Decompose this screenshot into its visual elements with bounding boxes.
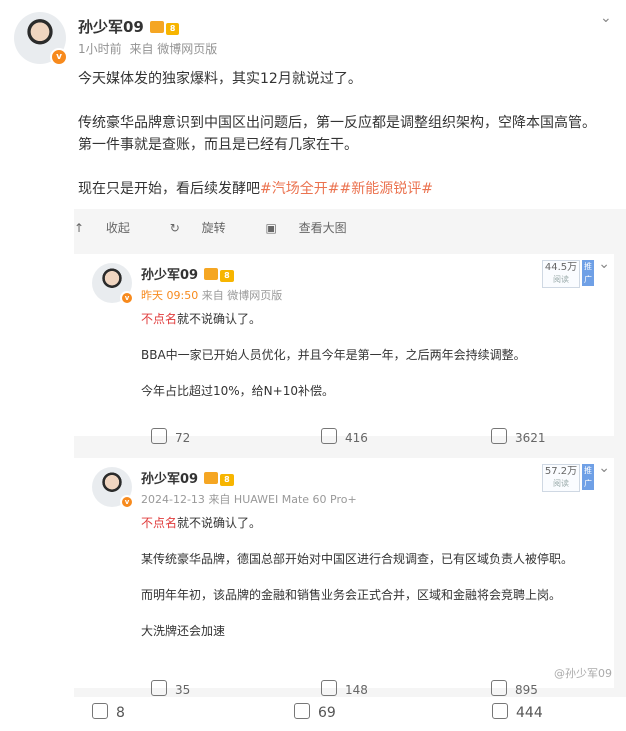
card-source: 来自 微博网页版 bbox=[201, 289, 283, 302]
view-large-button[interactable]: ▣ 查看大图 bbox=[265, 221, 364, 235]
card-meta: 昨天 09:50 来自 微博网页版 bbox=[141, 287, 282, 303]
repost-area: v 孙少军09 8 昨天 09:50 来自 微博网页版 44.5万 阅读 推广 ⌄ … bbox=[74, 209, 626, 697]
card-avatar[interactable]: v bbox=[92, 467, 134, 509]
card-meta: 2024-12-13 来自 HUAWEI Mate 60 Pro+ bbox=[141, 491, 357, 507]
more-chevron-icon[interactable]: ⌄ bbox=[600, 10, 612, 26]
verified-badge: v bbox=[120, 291, 134, 305]
like-icon bbox=[491, 428, 507, 444]
repost-toolbar: ↑ 收起 ↻ 旋转 ▣ 查看大图 bbox=[74, 219, 383, 236]
comment-icon bbox=[321, 680, 337, 696]
highlight-text: 不点名 bbox=[141, 312, 178, 326]
level-badge: 8 bbox=[220, 474, 234, 486]
post-text: 今天媒体发的独家爆料，其实12月就说过了。 传统豪华品牌意识到中国区出问题后，第… bbox=[78, 68, 608, 200]
verified-badge: v bbox=[120, 495, 134, 509]
comment-icon bbox=[294, 703, 310, 719]
level-badge: 8 bbox=[165, 23, 180, 35]
card-source: 来自 HUAWEI Mate 60 Pro+ bbox=[208, 493, 357, 506]
post-paragraph: 现在只是开始，看后续发酵吧#汽场全开##新能源锐评# bbox=[78, 181, 433, 197]
collapse-icon: ↑ bbox=[74, 221, 88, 235]
post-paragraph: 今天媒体发的独家爆料，其实12月就说过了。 bbox=[78, 71, 362, 87]
crown-icon bbox=[204, 472, 219, 484]
more-chevron-icon[interactable]: ⌄ bbox=[598, 460, 610, 476]
promo-tag[interactable]: 推广 bbox=[582, 464, 594, 490]
card-paragraph: 而明年年初，该品牌的金融和销售业务会正式合并，区域和金融将会竞聘上岗。 bbox=[141, 588, 562, 602]
card-paragraph: 今年占比超过10%，给N+10补偿。 bbox=[141, 384, 334, 398]
repost-icon bbox=[92, 703, 108, 719]
main-meta: 1小时前 来自 微博网页版 bbox=[78, 40, 221, 57]
post-paragraph: 传统豪华品牌意识到中国区出问题后，第一反应都是调整组织架构，空降本国高管。第一件… bbox=[78, 115, 596, 153]
watermark: @孙少军09 bbox=[554, 667, 612, 680]
views-box: 44.5万 阅读 bbox=[542, 260, 580, 288]
card-time[interactable]: 2024-12-13 bbox=[141, 493, 205, 506]
main-avatar[interactable]: v bbox=[14, 12, 68, 66]
card-username[interactable]: 孙少军09 8 bbox=[141, 264, 234, 283]
crown-icon bbox=[204, 268, 219, 280]
rotate-button[interactable]: ↻ 旋转 bbox=[170, 221, 244, 235]
crown-icon bbox=[149, 21, 164, 33]
main-username[interactable]: 孙少军09 8 bbox=[78, 16, 180, 37]
card: v 孙少军09 8 昨天 09:50 来自 微博网页版 44.5万 阅读 推广 ⌄ … bbox=[74, 254, 614, 445]
more-chevron-icon[interactable]: ⌄ bbox=[598, 256, 610, 272]
comment-button[interactable]: 148 bbox=[321, 680, 368, 697]
card-time[interactable]: 昨天 09:50 bbox=[141, 289, 198, 302]
highlight-text: 不点名 bbox=[141, 516, 178, 530]
card-avatar[interactable]: v bbox=[92, 263, 134, 305]
repost-icon bbox=[151, 680, 167, 696]
post-source: 来自 微博网页版 bbox=[129, 42, 218, 56]
verified-badge: v bbox=[50, 48, 68, 66]
comment-icon bbox=[321, 428, 337, 444]
like-icon bbox=[492, 703, 508, 719]
card-paragraph: BBA中一家已开始人员优化，并且今年是第一年，之后两年会持续调整。 bbox=[141, 348, 526, 362]
repost-icon bbox=[151, 428, 167, 444]
views-box: 57.2万 阅读 bbox=[542, 464, 580, 492]
like-button[interactable]: 3621 bbox=[491, 428, 546, 445]
card-text: 不点名就不说确认了。 某传统豪华品牌，德国总部开始对中国区进行合规调查，已有区域… bbox=[141, 514, 601, 640]
card-paragraph: 某传统豪华品牌，德国总部开始对中国区进行合规调查，已有区域负责人被停职。 bbox=[141, 552, 574, 566]
footer-like-button[interactable]: 444 bbox=[492, 703, 543, 721]
hashtag-link[interactable]: #汽场全开# bbox=[260, 181, 339, 197]
card-username[interactable]: 孙少军09 8 bbox=[141, 468, 234, 487]
promo-tag[interactable]: 推广 bbox=[582, 260, 594, 286]
footer-comment-button[interactable]: 69 bbox=[294, 703, 336, 721]
rotate-icon: ↻ bbox=[169, 221, 184, 235]
footer-repost-button[interactable]: 8 bbox=[92, 703, 125, 721]
repost-button[interactable]: 72 bbox=[151, 428, 190, 445]
hashtag-link[interactable]: #新能源锐评# bbox=[339, 181, 432, 197]
card-text: 不点名就不说确认了。 BBA中一家已开始人员优化，并且今年是第一年，之后两年会持… bbox=[141, 310, 601, 400]
card: v 孙少军09 8 2024-12-13 来自 HUAWEI Mate 60 Pr… bbox=[74, 458, 614, 697]
image-icon: ▣ bbox=[265, 221, 281, 235]
post-time[interactable]: 1小时前 bbox=[78, 42, 122, 56]
like-button[interactable]: 895 bbox=[491, 680, 538, 697]
comment-button[interactable]: 416 bbox=[321, 428, 368, 445]
collapse-button[interactable]: ↑ 收起 bbox=[74, 221, 148, 235]
like-icon bbox=[491, 680, 507, 696]
level-badge: 8 bbox=[220, 270, 234, 282]
repost-button[interactable]: 35 bbox=[151, 680, 190, 697]
card-paragraph: 大洗牌还会加速 bbox=[141, 624, 226, 638]
